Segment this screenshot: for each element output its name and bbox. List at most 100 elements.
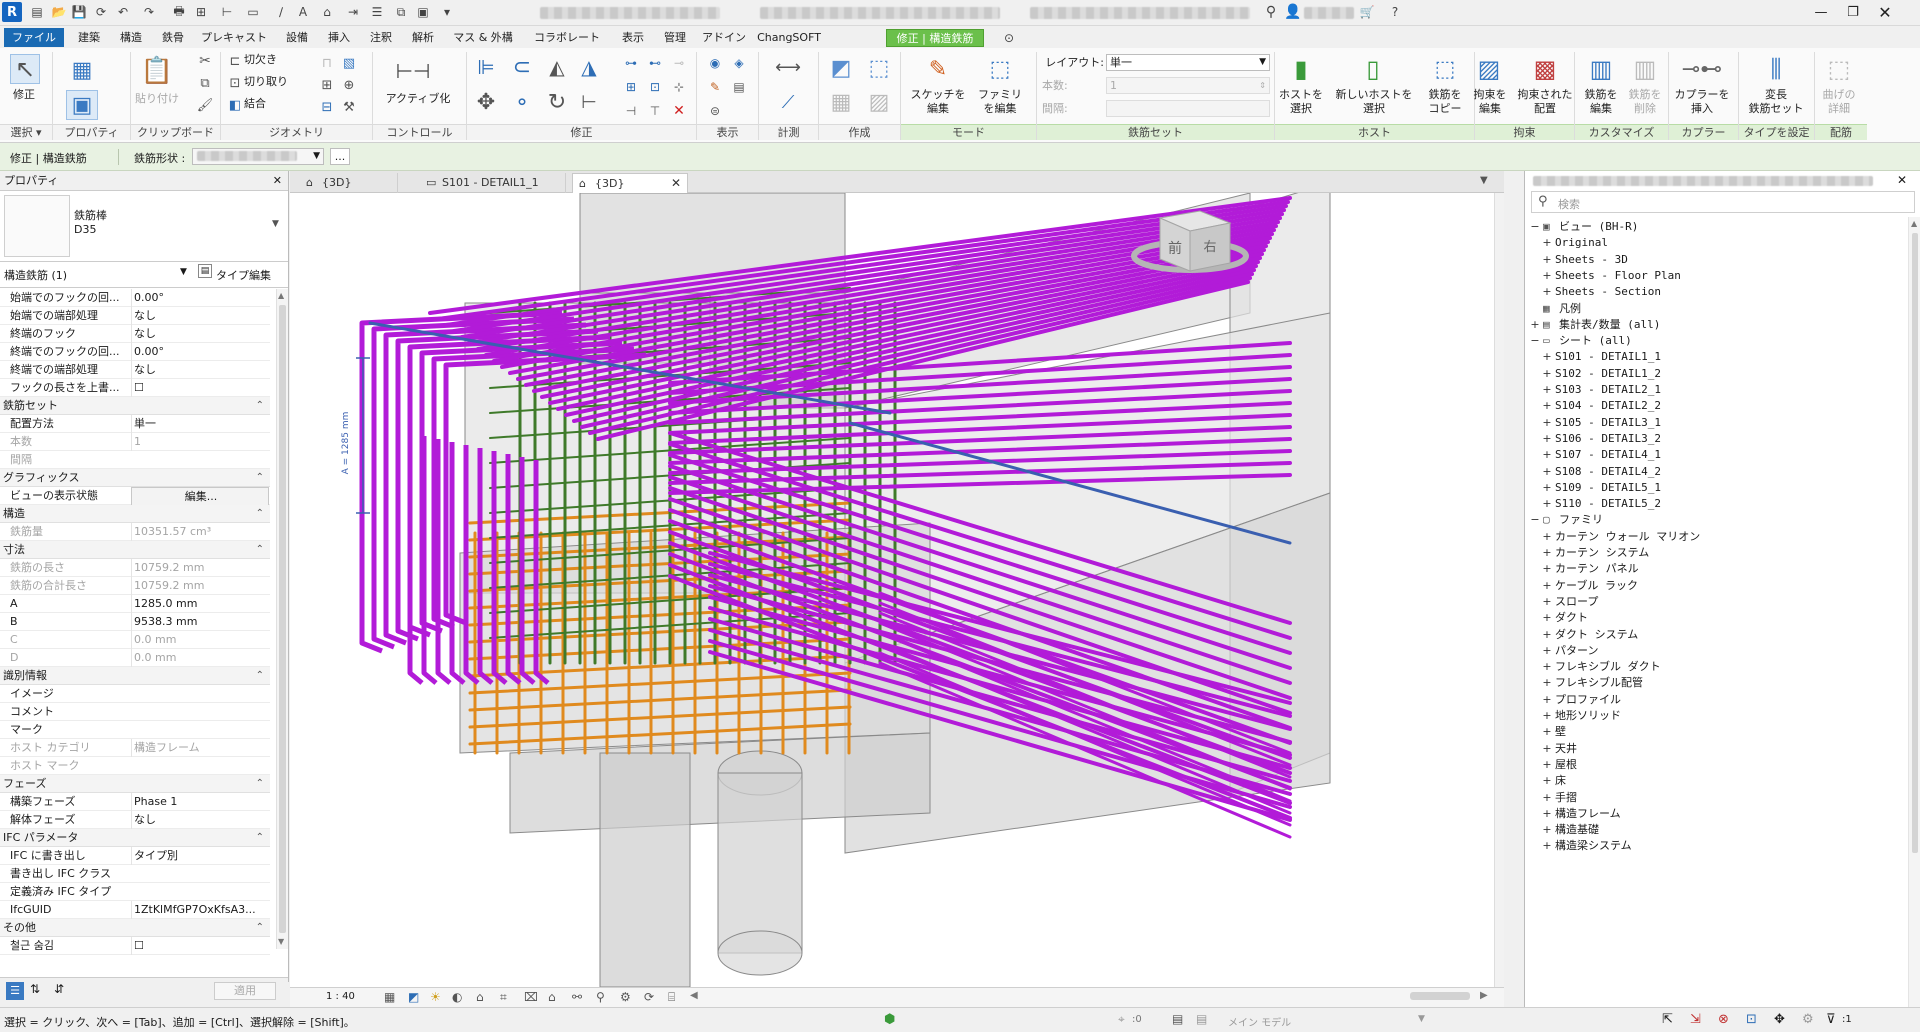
property-group[interactable]: フェーズ ⌃	[0, 775, 270, 793]
property-value[interactable]: タイプ別	[131, 847, 269, 865]
property-row[interactable]: IFC に書き出し タイプ別	[0, 847, 270, 865]
scroll-thumb[interactable]	[279, 305, 286, 933]
3d-view-icon[interactable]: ⌂	[318, 3, 336, 21]
print-icon[interactable]: 🖶	[170, 3, 188, 21]
properties-scrollbar[interactable]: ▲ ▼	[276, 289, 288, 949]
tab-insert[interactable]: 挿入	[320, 29, 358, 47]
collapse-icon[interactable]: ⌃	[256, 667, 264, 685]
collapse-icon[interactable]: −	[1529, 217, 1541, 237]
collapse-icon[interactable]: ⌃	[256, 829, 264, 847]
remove-rebar-button[interactable]: 鉄筋を 削除	[1622, 88, 1668, 116]
tab-analyze[interactable]: 解析	[404, 29, 442, 47]
property-group[interactable]: 寸法 ⌃	[0, 541, 270, 559]
view-filter-icon[interactable]: ⊜	[706, 102, 724, 120]
property-row[interactable]: 鉄筋の長さ 10759.2 mm	[0, 559, 270, 577]
align-tool-icon[interactable]: ⊫	[472, 54, 500, 80]
tab-steel[interactable]: 鉄骨	[154, 29, 192, 47]
demolish-icon[interactable]: ⊞	[318, 76, 336, 94]
background-process-icon[interactable]: ⚙	[1802, 1012, 1814, 1027]
select-host-button[interactable]: ホストを 選択	[1274, 88, 1328, 116]
customize-qat-icon[interactable]: ▾	[438, 3, 456, 21]
pin-icon[interactable]: ⊸	[670, 54, 688, 72]
tab-view[interactable]: 表示	[614, 29, 652, 47]
property-row[interactable]: 鉄筋量 10351.57 cm³	[0, 523, 270, 541]
tab-structure[interactable]: 構造	[112, 29, 150, 47]
scroll-up-icon[interactable]: ▲	[278, 291, 284, 300]
property-value[interactable]: 0.00°	[131, 289, 269, 307]
edit-constraints-button[interactable]: 拘束を 編集	[1466, 88, 1514, 116]
move-icon[interactable]: ✥	[472, 88, 500, 116]
close-icon[interactable]: ✕	[273, 171, 282, 191]
constrained-placement-icon[interactable]: ▩	[1528, 52, 1562, 86]
cart-icon[interactable]: 🛒	[1358, 3, 1376, 21]
collapse-icon[interactable]: ⌃	[256, 469, 264, 487]
sync-icon[interactable]: ⟳	[92, 3, 110, 21]
collapse-icon[interactable]: −	[1529, 510, 1541, 530]
tab-architecture[interactable]: 建築	[70, 29, 108, 47]
property-row[interactable]: フックの長さを上書... ☐	[0, 379, 270, 397]
edit-sketch-icon[interactable]: ✎	[922, 54, 954, 84]
tab-massing[interactable]: マス & 外構	[446, 29, 520, 47]
spacing-input[interactable]	[1106, 100, 1270, 117]
property-row[interactable]: ホスト カテゴリ 構造フレーム	[0, 739, 270, 757]
constrained-placement-button[interactable]: 拘束された 配置	[1512, 88, 1578, 116]
cut-geometry-icon[interactable]: ⊡	[226, 74, 244, 92]
paint-icon[interactable]: ⊕	[340, 76, 358, 94]
mirror-axis-icon[interactable]: ◭	[544, 54, 570, 80]
render-icon[interactable]: ⌂	[476, 990, 484, 1004]
design-options-icon[interactable]: ▤	[1172, 1012, 1183, 1026]
edit-type-button[interactable]: タイプ編集	[216, 267, 271, 283]
user-icon[interactable]: 👤	[1284, 3, 1302, 21]
property-row[interactable]: 配置方法 単一	[0, 415, 270, 433]
varying-set-icon[interactable]: ⫼	[1758, 52, 1794, 86]
remove-rebar-icon[interactable]: ▥	[1628, 52, 1662, 86]
coupler-icon[interactable]: ⊸⊷	[1682, 52, 1722, 86]
close-button[interactable]: ✕	[1872, 2, 1898, 22]
temp-hide-icon[interactable]: ⚯	[572, 990, 582, 1004]
edit-constraints-icon[interactable]: ▨	[1472, 52, 1506, 86]
copy-tool-icon[interactable]: ⚬	[506, 88, 538, 116]
visual-style-icon[interactable]: ◩	[408, 990, 419, 1004]
close-icon[interactable]: ✕	[1897, 173, 1907, 187]
temporary-view-icon[interactable]: ⌸	[668, 990, 675, 1005]
property-value[interactable]: 9538.3 mm	[131, 613, 269, 631]
panel-toggle-icon[interactable]: ⊙	[1000, 29, 1018, 47]
collapse-icon[interactable]: ⌃	[256, 505, 264, 523]
select-pinned-icon[interactable]: ⊗	[1718, 1012, 1729, 1027]
property-value[interactable]: なし	[131, 361, 269, 379]
browser-scrollbar[interactable]: ▲	[1908, 217, 1920, 1007]
text-icon[interactable]: A	[294, 3, 312, 21]
panel-select[interactable]: 選択 ▾	[0, 124, 52, 140]
tab-sheet-s101[interactable]: ▭ S101 - DETAIL1_1	[420, 173, 566, 193]
cut-join-button[interactable]: 切り取り	[244, 75, 304, 89]
property-row[interactable]: 終端での端部処理 なし	[0, 361, 270, 379]
sort-icon[interactable]: ⇅	[30, 982, 40, 996]
select-links-icon[interactable]: ⇱	[1662, 1012, 1673, 1027]
tag-icon[interactable]: ▭	[244, 3, 262, 21]
tab-precast[interactable]: プレキャスト	[196, 29, 272, 47]
linework-icon[interactable]: ✎	[706, 78, 724, 96]
chevron-down-icon[interactable]: ▼	[180, 267, 187, 277]
new-host-button[interactable]: 新しいホストを 選択	[1330, 88, 1418, 116]
copy-rebar-icon[interactable]: ⬚	[1428, 52, 1462, 86]
properties-list-icon[interactable]: ☰	[6, 982, 24, 1000]
split-gap-icon[interactable]: ⊷	[646, 54, 664, 72]
paste-button[interactable]: 貼り付け	[132, 92, 182, 106]
property-value[interactable]: なし	[131, 811, 269, 829]
property-value[interactable]: なし	[131, 307, 269, 325]
property-value[interactable]: 単一	[131, 415, 269, 433]
copy-rebar-button[interactable]: 鉄筋を コピー	[1420, 88, 1470, 116]
trim-multi-icon[interactable]: ⊤	[646, 102, 664, 120]
highlight-displacement-icon[interactable]: ⟳	[644, 990, 654, 1004]
edit-family-button[interactable]: ファミリ を編集	[970, 88, 1030, 116]
property-row[interactable]: 철근 숨김 ☐	[0, 937, 270, 955]
property-value[interactable]: 1ZtKlMfGP7OxKfsA3...	[131, 901, 269, 919]
paste-icon[interactable]: 📋	[140, 54, 174, 88]
array-icon[interactable]: ⊞	[622, 78, 640, 96]
tab-manage[interactable]: 管理	[656, 29, 694, 47]
viewcube-right-label[interactable]: 右	[1203, 240, 1216, 255]
horizontal-scroll-thumb[interactable]	[1410, 992, 1470, 1000]
property-row[interactable]: 定義済み IFC タイプ	[0, 883, 270, 901]
viewport-scrollbar[interactable]	[1494, 193, 1504, 987]
rebar-shape-select[interactable]: ▼	[192, 148, 324, 165]
